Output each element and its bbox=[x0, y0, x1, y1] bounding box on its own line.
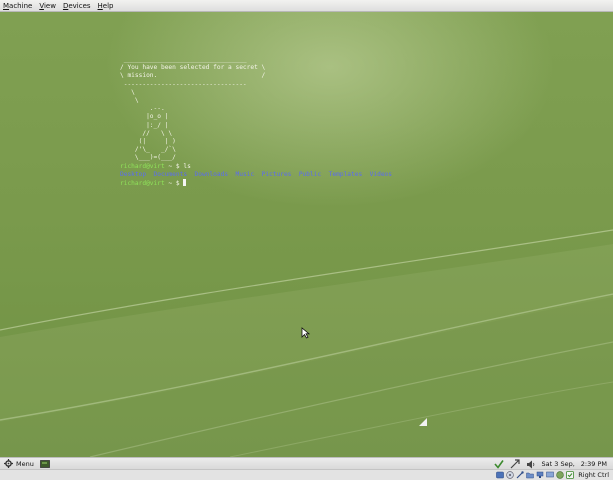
cowsay-line: \ bbox=[120, 88, 135, 96]
directory-entry: Desktop bbox=[120, 170, 147, 178]
cowsay-line: \ bbox=[120, 97, 139, 105]
command-text: ls bbox=[183, 162, 191, 170]
update-manager-icon[interactable] bbox=[493, 459, 504, 469]
menu-label: Menu bbox=[16, 459, 34, 468]
prompt-path: ~ $ bbox=[164, 162, 184, 170]
cowsay-line: /'\_ _/`\ bbox=[120, 146, 176, 154]
host-key-icon[interactable] bbox=[566, 471, 575, 479]
host-key-label: Right Ctrl bbox=[578, 471, 609, 479]
optical-drive-icon[interactable] bbox=[506, 471, 514, 479]
cowsay-line: // \ \ bbox=[120, 129, 173, 137]
directory-entry: Music bbox=[235, 170, 255, 178]
prompt-user: richard@virt bbox=[120, 180, 165, 188]
cowsay-line: / You have been selected for a secret \ bbox=[120, 64, 266, 72]
directory-entry: Downloads bbox=[194, 170, 229, 178]
cowsay-line: --------------------------------- bbox=[120, 80, 247, 88]
directory-entry: Templates bbox=[328, 170, 363, 178]
text-cursor bbox=[183, 179, 187, 187]
clock-time[interactable]: 2:39 PM bbox=[581, 460, 607, 468]
cowsay-line: \___)=(___/ bbox=[120, 154, 176, 162]
menu-devices[interactable]: Devices bbox=[63, 2, 91, 10]
cowsay-line: (| | ) bbox=[120, 138, 176, 146]
cowsay-line: |o_o | bbox=[120, 113, 169, 121]
directory-entry: Videos bbox=[369, 170, 393, 178]
vm-statusbar: Right Ctrl bbox=[0, 469, 613, 480]
cowsay-line: .--. bbox=[120, 105, 165, 113]
network-icon[interactable] bbox=[510, 459, 520, 469]
volume-icon[interactable] bbox=[526, 460, 536, 469]
directory-entry: Documents bbox=[153, 170, 188, 178]
gear-icon bbox=[4, 459, 13, 468]
prompt-user: richard@virt bbox=[120, 162, 165, 170]
mouse-integration-icon[interactable] bbox=[556, 471, 564, 479]
resize-corner-icon bbox=[419, 418, 427, 426]
menu-view[interactable]: View bbox=[39, 2, 56, 10]
directory-entry: Pictures bbox=[261, 170, 292, 178]
menu-machine[interactable]: Machine bbox=[3, 2, 32, 10]
cowsay-line: _________________________________ bbox=[120, 56, 247, 63]
cowsay-line: |:_/ | bbox=[120, 121, 169, 129]
active-prompt-line[interactable]: richard@virt ~ $ bbox=[120, 179, 392, 188]
mouse-pointer-icon bbox=[301, 327, 310, 339]
system-tray: Sat 3 Sep, 2:39 PM bbox=[493, 459, 607, 469]
directory-listing: Desktop Documents Downloads Music Pictur… bbox=[120, 171, 392, 179]
bottom-panel: Menu Sat 3 Sep, 2:39 PM bbox=[0, 457, 613, 469]
cowsay-line: \ mission. / bbox=[120, 72, 266, 80]
display-icon[interactable] bbox=[546, 471, 554, 479]
usb-icon[interactable] bbox=[516, 471, 524, 479]
status-icons: Right Ctrl bbox=[496, 471, 609, 479]
network-adapter-icon[interactable] bbox=[536, 471, 544, 479]
desktop[interactable]: _________________________________ / You h… bbox=[0, 12, 613, 457]
command-line: richard@virt ~ $ ls bbox=[120, 163, 392, 171]
hard-disk-icon[interactable] bbox=[496, 471, 505, 479]
clock-date[interactable]: Sat 3 Sep, bbox=[542, 460, 575, 468]
vm-menubar: Machine View Devices Help bbox=[0, 0, 613, 12]
terminal-taskbar-icon[interactable] bbox=[39, 459, 50, 468]
cowsay-art: _________________________________ / You h… bbox=[120, 56, 392, 163]
menu-button[interactable]: Menu bbox=[4, 459, 34, 468]
terminal-output[interactable]: _________________________________ / You h… bbox=[120, 56, 392, 188]
directory-entry: Public bbox=[298, 170, 322, 178]
prompt-path: ~ $ bbox=[164, 180, 184, 188]
shared-folders-icon[interactable] bbox=[526, 471, 534, 479]
menu-help[interactable]: Help bbox=[98, 2, 114, 10]
